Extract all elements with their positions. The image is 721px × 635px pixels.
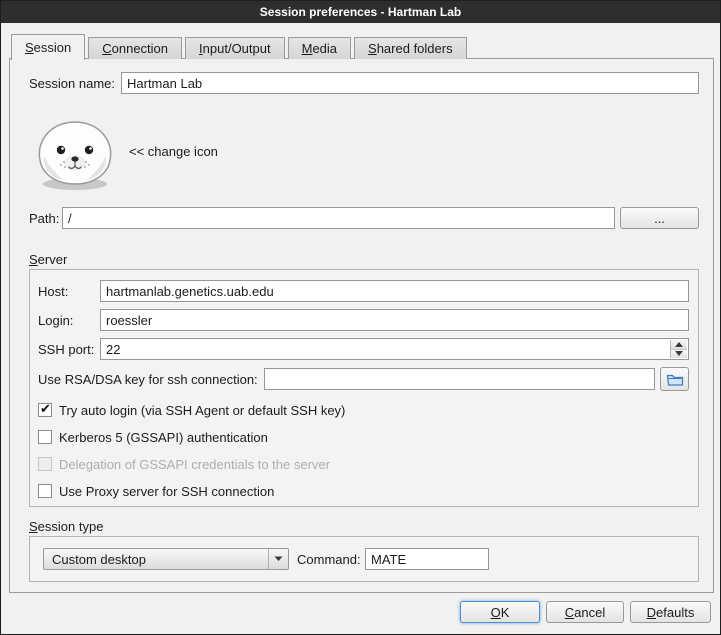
host-input[interactable] [100,280,689,302]
ok-button-label: OK [491,605,510,620]
session-preferences-dialog: Session preferences - Hartman Lab Sessio… [0,0,721,635]
ssh-port-spinbox[interactable]: 22 [100,338,689,360]
session-icon-button[interactable] [30,112,120,195]
login-input[interactable] [100,309,689,331]
tab-shared-folders[interactable]: Shared folders [354,37,467,59]
session-tab-panel: Session name: << chang [9,58,714,593]
path-label: Path: [29,207,59,229]
session-name-input[interactable] [121,72,699,94]
window-titlebar[interactable]: Session preferences - Hartman Lab [1,1,720,23]
chevron-down-icon [274,556,283,562]
tab-media[interactable]: Media [288,37,351,59]
rsa-key-browse-button[interactable] [660,367,689,391]
checkbox-gssapi-delegation-label: Delegation of GSSAPI credentials to the … [59,457,330,472]
ssh-port-value: 22 [106,338,120,360]
rsa-key-input[interactable] [264,368,655,390]
checkbox-icon [38,430,52,444]
checkbox-gssapi-delegation: Delegation of GSSAPI credentials to the … [38,456,330,472]
server-group-title: Server [29,251,67,267]
rsa-key-label: Use RSA/DSA key for ssh connection: [38,368,258,390]
spin-down-button[interactable] [671,350,687,359]
checkbox-auto-login-label: Try auto login (via SSH Agent or default… [59,403,345,418]
checkbox-kerberos[interactable]: Kerberos 5 (GSSAPI) authentication [38,429,268,445]
session-type-dropdown-value: Custom desktop [44,552,268,567]
change-icon-label[interactable]: << change icon [129,140,218,162]
session-type-dropdown[interactable]: Custom desktop [43,548,289,570]
path-browse-button-label: ... [654,211,665,226]
spin-down-icon [675,351,683,356]
checkbox-kerberos-label: Kerberos 5 (GSSAPI) authentication [59,430,268,445]
defaults-button-label: Defaults [647,605,695,620]
tab-session-label: Session [25,40,71,55]
ok-button[interactable]: OK [460,601,540,623]
seal-icon [30,112,120,192]
cancel-button-label: Cancel [565,605,605,620]
checkbox-icon [38,403,52,417]
tab-input-output[interactable]: Input/Output [185,37,285,59]
checkbox-proxy-label: Use Proxy server for SSH connection [59,484,274,499]
spin-up-button[interactable] [671,340,687,350]
checkbox-auto-login[interactable]: Try auto login (via SSH Agent or default… [38,402,345,418]
path-browse-button[interactable]: ... [620,207,699,229]
cancel-button[interactable]: Cancel [546,601,624,623]
dropdown-arrow [268,549,288,569]
path-input[interactable] [62,207,615,229]
command-label: Command: [297,548,361,570]
ssh-port-spinner [670,340,687,358]
session-name-label: Session name: [29,72,115,94]
spin-up-icon [675,342,683,347]
checkbox-icon [38,457,52,471]
tab-connection-label: Connection [102,41,168,56]
checkbox-proxy[interactable]: Use Proxy server for SSH connection [38,483,274,499]
folder-open-icon [666,372,684,387]
tab-connection[interactable]: Connection [88,37,182,59]
checkbox-icon [38,484,52,498]
tab-media-label: Media [302,41,337,56]
defaults-button[interactable]: Defaults [630,601,711,623]
session-type-group-title: Session type [29,518,103,534]
tab-shared-folders-label: Shared folders [368,41,453,56]
window-title: Session preferences - Hartman Lab [260,5,461,19]
ssh-port-label: SSH port: [38,338,94,360]
tab-input-output-label: Input/Output [199,41,271,56]
tab-session[interactable]: Session [11,34,85,60]
command-input[interactable] [365,548,489,570]
host-label: Host: [38,280,68,302]
tab-bar: Session Connection Input/Output Media Sh… [11,34,470,59]
login-label: Login: [38,309,73,331]
